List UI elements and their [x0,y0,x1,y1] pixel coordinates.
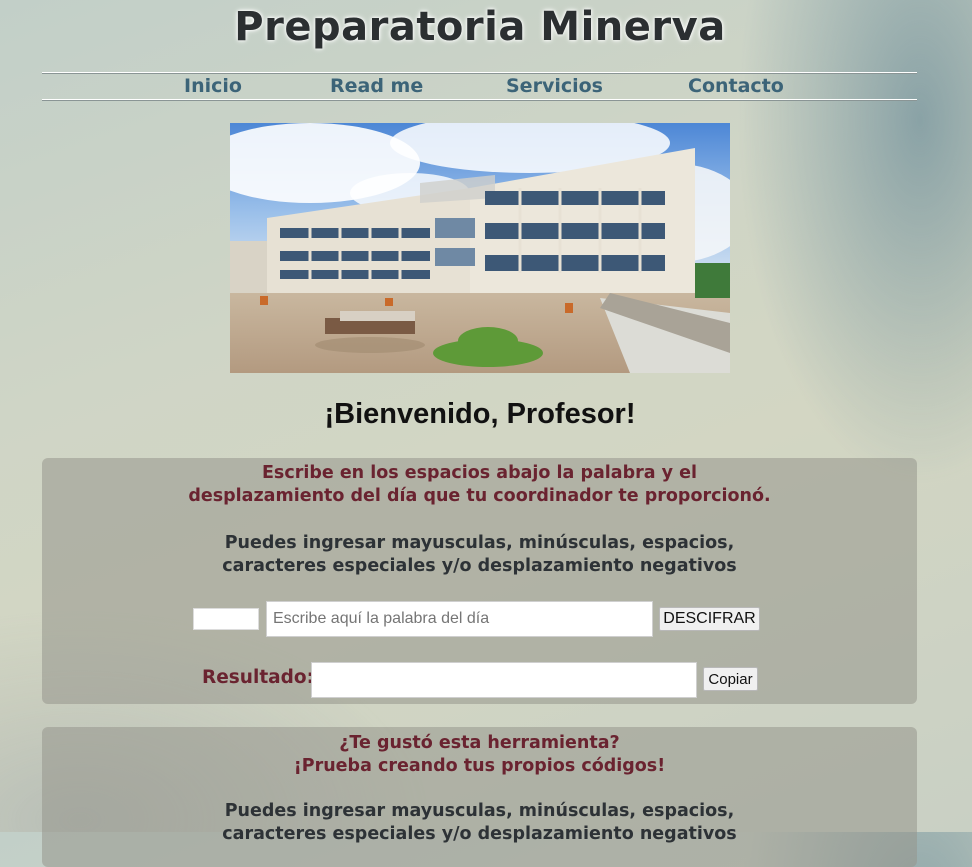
decipher-button[interactable]: DESCIFRAR [659,607,760,631]
create-codes-panel: ¿Te gustó esta herramienta? ¡Prueba crea… [42,727,917,867]
note-line: Puedes ingresar mayusculas, minúsculas, … [224,533,735,553]
decipher-input-note: Puedes ingresar mayusculas, minúsculas, … [42,532,917,578]
word-of-day-input[interactable] [266,601,653,637]
heading-line: ¡Prueba creando tus propios códigos! [293,756,666,776]
school-building-photo [230,123,730,373]
welcome-heading: ¡Bienvenido, Profesor! [324,398,636,430]
site-title: Preparatoria Minerva [234,4,726,50]
heading-line: ¿Te gustó esta herramienta? [339,733,620,753]
nav-link-contacto[interactable]: Contacto [688,75,784,97]
create-codes-heading: ¿Te gustó esta herramienta? ¡Prueba crea… [42,732,917,778]
nav-link-inicio[interactable]: Inicio [184,75,242,97]
copy-button[interactable]: Copiar [703,667,758,691]
shift-input[interactable] [193,608,259,630]
hero-image [230,123,730,373]
note-line: caracteres especiales y/o desplazamiento… [222,824,737,844]
nav-link-servicios[interactable]: Servicios [506,75,603,97]
decipher-instructions: Escribe en los espacios abajo la palabra… [42,462,917,508]
instruction-line: Escribe en los espacios abajo la palabra… [261,463,698,483]
note-line: caracteres especiales y/o desplazamiento… [222,556,737,576]
nav-link-read-me[interactable]: Read me [330,75,423,97]
create-codes-note: Puedes ingresar mayusculas, minúsculas, … [42,800,917,846]
main-nav: Inicio Read me Servicios Contacto [42,72,917,100]
result-label: Resultado: [202,667,314,688]
instruction-line: desplazamiento del día que tu coordinado… [188,486,771,506]
result-output[interactable] [311,662,697,698]
note-line: Puedes ingresar mayusculas, minúsculas, … [224,801,735,821]
